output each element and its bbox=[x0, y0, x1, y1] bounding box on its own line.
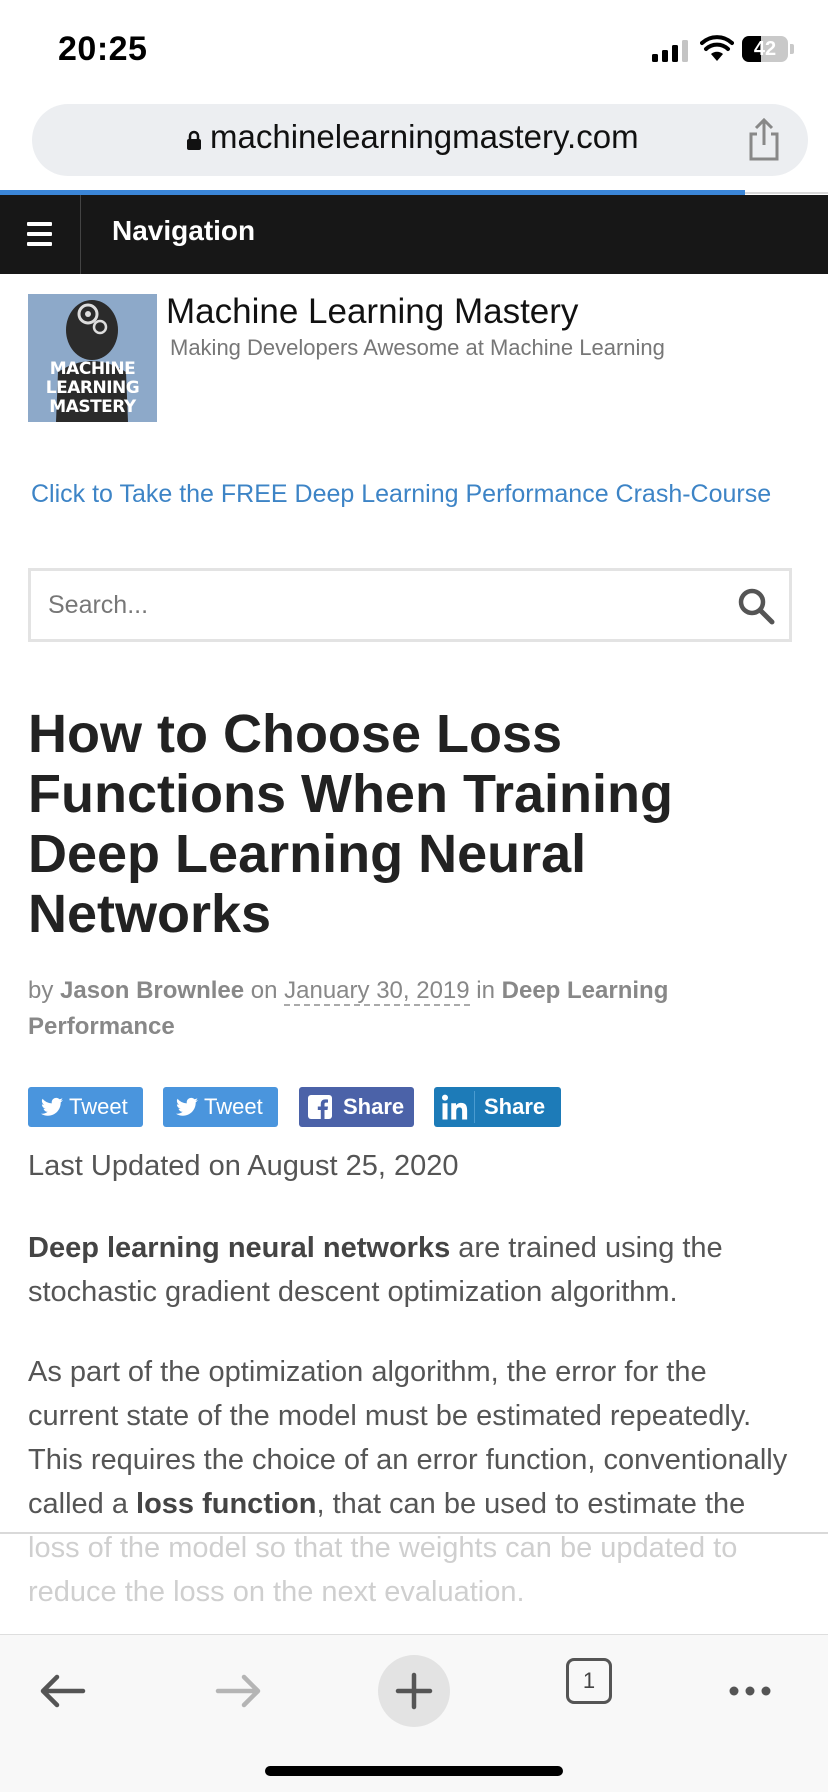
meta-by: by bbox=[28, 977, 54, 1004]
meta-in: in bbox=[476, 977, 495, 1004]
lock-icon bbox=[187, 130, 201, 150]
linkedin-icon bbox=[442, 1094, 468, 1120]
linkedin-divider bbox=[474, 1091, 475, 1123]
site-navigation-bar: Navigation bbox=[0, 195, 828, 274]
tweet-button-label: Tweet bbox=[69, 1094, 128, 1119]
author-link[interactable]: Jason Brownlee bbox=[60, 977, 244, 1004]
linkedin-share-label: Share bbox=[484, 1094, 546, 1119]
publish-date: January 30, 2019 bbox=[284, 977, 470, 1006]
crash-course-link[interactable]: Click to Take the FREE Deep Learning Per… bbox=[31, 480, 771, 509]
home-indicator bbox=[265, 1766, 563, 1776]
tweet-button[interactable]: Tweet bbox=[28, 1087, 143, 1127]
wifi-icon bbox=[700, 35, 734, 61]
more-icon[interactable] bbox=[714, 1655, 786, 1727]
article-title: How to Choose Loss Functions When Traini… bbox=[28, 704, 673, 944]
hamburger-icon[interactable] bbox=[0, 195, 81, 274]
status-bar: 20:25 42 bbox=[0, 0, 828, 96]
battery-icon: 42 bbox=[742, 36, 788, 62]
article-meta: by Jason Brownlee on January 30, 2019 in… bbox=[28, 973, 768, 1045]
tweet-button-label: Tweet bbox=[204, 1094, 263, 1119]
logo-text: MACHINE LEARNING MASTERY bbox=[45, 359, 140, 417]
site-logo[interactable]: MACHINE LEARNING MASTERY bbox=[28, 294, 157, 422]
url-text[interactable]: machinelearningmastery.com bbox=[210, 118, 639, 156]
navigation-label[interactable]: Navigation bbox=[112, 215, 255, 247]
facebook-icon bbox=[308, 1095, 332, 1119]
signal-icon bbox=[652, 38, 688, 62]
battery-percent: 42 bbox=[753, 38, 777, 60]
facebook-share-button[interactable]: Share bbox=[299, 1087, 414, 1127]
tweet-button[interactable]: Tweet bbox=[163, 1087, 278, 1127]
search-icon[interactable] bbox=[737, 587, 775, 625]
back-arrow-icon[interactable] bbox=[27, 1655, 99, 1727]
tabs-icon[interactable]: 1 bbox=[566, 1658, 612, 1704]
search-input[interactable] bbox=[48, 587, 608, 623]
address-bar[interactable]: machinelearningmastery.com bbox=[32, 104, 808, 176]
new-tab-button[interactable] bbox=[378, 1655, 450, 1727]
paragraph-bold-text: loss function bbox=[136, 1488, 317, 1520]
forward-arrow-icon[interactable] bbox=[202, 1655, 274, 1727]
site-title[interactable]: Machine Learning Mastery bbox=[166, 292, 578, 332]
article-paragraph: Deep learning neural networks are traine… bbox=[28, 1226, 798, 1314]
linkedin-share-button[interactable]: Share bbox=[434, 1087, 561, 1127]
twitter-icon bbox=[41, 1097, 63, 1116]
status-time: 20:25 bbox=[58, 30, 148, 68]
share-icon[interactable] bbox=[744, 118, 784, 162]
content-fade-overlay bbox=[0, 1534, 828, 1634]
page-load-track bbox=[745, 192, 828, 194]
twitter-icon bbox=[176, 1097, 198, 1116]
meta-on: on bbox=[250, 977, 278, 1004]
search-box[interactable] bbox=[28, 568, 792, 642]
facebook-share-label: Share bbox=[343, 1094, 405, 1119]
new-tab-icon bbox=[395, 1672, 433, 1710]
last-updated: Last Updated on August 25, 2020 bbox=[28, 1150, 459, 1182]
battery-nub bbox=[790, 44, 794, 54]
site-tagline: Making Developers Awesome at Machine Lea… bbox=[170, 335, 665, 360]
paragraph-bold-text: Deep learning neural networks bbox=[28, 1232, 451, 1264]
